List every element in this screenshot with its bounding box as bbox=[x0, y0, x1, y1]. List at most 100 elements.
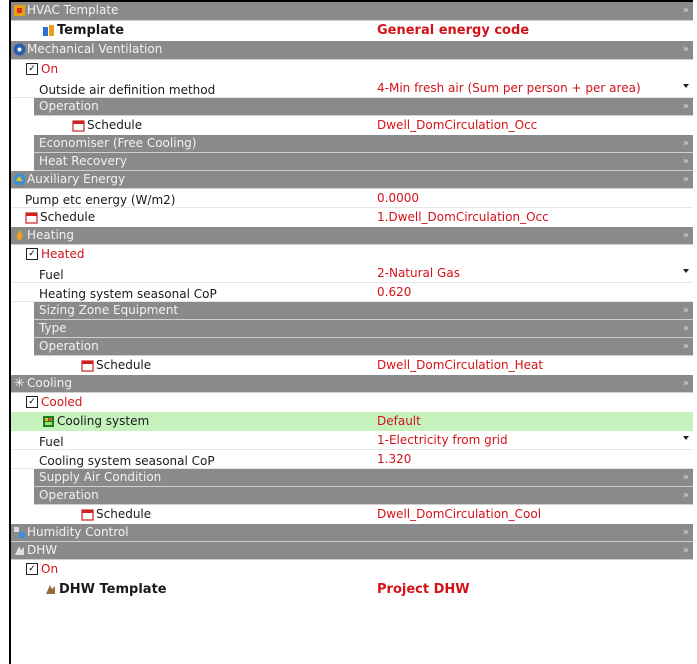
schedule-value[interactable]: Dwell_DomCirculation_Occ bbox=[377, 118, 537, 132]
collapse-icon[interactable]: » bbox=[683, 302, 689, 319]
collapse-icon[interactable]: » bbox=[683, 338, 689, 355]
subsection-operation[interactable]: Operation » bbox=[11, 98, 693, 116]
collapse-icon[interactable]: » bbox=[683, 2, 689, 19]
subsection-title: Economiser (Free Cooling) bbox=[39, 136, 197, 150]
section-title: DHW bbox=[27, 543, 58, 557]
collapse-icon[interactable]: » bbox=[683, 469, 689, 486]
fuel-label: Fuel bbox=[39, 268, 64, 282]
flame-icon bbox=[16, 230, 23, 241]
schedule-label: Schedule bbox=[40, 210, 96, 224]
pump-energy-value[interactable]: 0.0000 bbox=[377, 191, 419, 205]
dhw-on-checkbox[interactable]: ✓ bbox=[26, 563, 38, 575]
cooling-system-icon bbox=[43, 416, 54, 427]
cooled-row[interactable]: ✓ Cooled bbox=[11, 393, 693, 412]
heating-cop-row[interactable]: Heating system seasonal CoP 0.620 bbox=[11, 283, 693, 302]
schedule-icon bbox=[25, 212, 38, 224]
section-title: Cooling bbox=[27, 376, 72, 390]
heating-fuel-row[interactable]: Fuel 2-Natural Gas bbox=[11, 264, 693, 283]
subsection-type[interactable]: Type » bbox=[11, 320, 693, 338]
collapse-icon[interactable]: » bbox=[683, 320, 689, 337]
subsection-title: Heat Recovery bbox=[39, 154, 127, 168]
subsection-economiser[interactable]: Economiser (Free Cooling) » bbox=[11, 135, 693, 153]
heated-label: Heated bbox=[41, 247, 85, 261]
dhw-template-value[interactable]: Project DHW bbox=[377, 582, 470, 597]
section-auxiliary-energy[interactable]: Auxiliary Energy » bbox=[11, 171, 693, 189]
subsection-sizing[interactable]: Sizing Zone Equipment » bbox=[11, 302, 693, 320]
collapse-icon[interactable]: » bbox=[683, 171, 689, 188]
dropdown-arrow-icon[interactable] bbox=[683, 84, 689, 88]
mech-vent-on-row[interactable]: ✓ On bbox=[11, 60, 693, 79]
schedule-value[interactable]: 1.Dwell_DomCirculation_Occ bbox=[377, 210, 549, 224]
collapse-icon[interactable]: » bbox=[683, 98, 689, 115]
pump-energy-row[interactable]: Pump etc energy (W/m2) 0.0000 bbox=[11, 189, 693, 208]
aux-schedule-row[interactable]: Schedule 1.Dwell_DomCirculation_Occ bbox=[11, 208, 693, 227]
template-icon bbox=[43, 25, 54, 36]
cooling-system-label: Cooling system bbox=[57, 414, 150, 428]
subsection-operation[interactable]: Operation » bbox=[11, 338, 693, 356]
section-title: Mechanical Ventilation bbox=[27, 42, 163, 56]
hvac-properties-panel: HVAC Template » Template General energy … bbox=[9, 0, 693, 664]
subsection-title: Operation bbox=[39, 488, 99, 502]
schedule-icon bbox=[81, 360, 94, 372]
template-value[interactable]: General energy code bbox=[377, 23, 529, 38]
dhw-icon bbox=[46, 585, 55, 594]
cooled-checkbox[interactable]: ✓ bbox=[26, 396, 38, 408]
collapse-icon[interactable]: » bbox=[683, 41, 689, 58]
section-title: HVAC Template bbox=[27, 3, 119, 17]
cop-value[interactable]: 1.320 bbox=[377, 452, 411, 466]
dropdown-arrow-icon[interactable] bbox=[683, 436, 689, 440]
outside-air-row[interactable]: Outside air definition method 4-Min fres… bbox=[11, 79, 693, 98]
dhw-icon bbox=[15, 546, 24, 555]
section-dhw[interactable]: DHW » bbox=[11, 542, 693, 560]
fan-icon bbox=[13, 43, 26, 56]
auxiliary-icon bbox=[13, 173, 26, 186]
heated-checkbox[interactable]: ✓ bbox=[26, 248, 38, 260]
collapse-icon[interactable]: » bbox=[683, 153, 689, 170]
subsection-heat-recovery[interactable]: Heat Recovery » bbox=[11, 153, 693, 171]
dropdown-arrow-icon[interactable] bbox=[683, 269, 689, 273]
template-row[interactable]: Template General energy code bbox=[11, 21, 693, 41]
humidity-icon bbox=[14, 527, 25, 538]
collapse-icon[interactable]: » bbox=[683, 524, 689, 541]
schedule-value[interactable]: Dwell_DomCirculation_Heat bbox=[377, 358, 543, 372]
subsection-title: Operation bbox=[39, 99, 99, 113]
subsection-title: Operation bbox=[39, 339, 99, 353]
section-title: Auxiliary Energy bbox=[27, 172, 126, 186]
collapse-icon[interactable]: » bbox=[683, 227, 689, 244]
fuel-value[interactable]: 1-Electricity from grid bbox=[377, 433, 508, 447]
collapse-icon[interactable]: » bbox=[683, 375, 689, 392]
schedule-icon bbox=[81, 509, 94, 521]
section-cooling[interactable]: ✳ Cooling » bbox=[11, 375, 693, 393]
cooling-system-value[interactable]: Default bbox=[377, 414, 421, 428]
cooling-schedule-row[interactable]: Schedule Dwell_DomCirculation_Cool bbox=[11, 505, 693, 524]
cooling-system-row[interactable]: Cooling system Default bbox=[11, 412, 693, 431]
section-hvac-template[interactable]: HVAC Template » bbox=[11, 2, 693, 21]
schedule-label: Schedule bbox=[96, 507, 152, 521]
section-mechanical-ventilation[interactable]: Mechanical Ventilation » bbox=[11, 41, 693, 60]
subsection-title: Sizing Zone Equipment bbox=[39, 303, 179, 317]
dhw-on-row[interactable]: ✓ On bbox=[11, 560, 693, 579]
subsection-operation[interactable]: Operation » bbox=[11, 487, 693, 505]
heated-row[interactable]: ✓ Heated bbox=[11, 245, 693, 264]
dhw-template-row[interactable]: DHW Template Project DHW bbox=[11, 579, 693, 600]
cop-label: Heating system seasonal CoP bbox=[39, 287, 217, 301]
dhw-on-label: On bbox=[41, 562, 59, 576]
collapse-icon[interactable]: » bbox=[683, 487, 689, 504]
heating-schedule-row[interactable]: Schedule Dwell_DomCirculation_Heat bbox=[11, 356, 693, 375]
cooling-fuel-row[interactable]: Fuel 1-Electricity from grid bbox=[11, 431, 693, 450]
subsection-supply-air[interactable]: Supply Air Condition » bbox=[11, 469, 693, 487]
cooling-cop-row[interactable]: Cooling system seasonal CoP 1.320 bbox=[11, 450, 693, 469]
mech-schedule-row[interactable]: Schedule Dwell_DomCirculation_Occ bbox=[11, 116, 693, 135]
collapse-icon[interactable]: » bbox=[683, 542, 689, 559]
cooled-label: Cooled bbox=[41, 395, 83, 409]
schedule-value[interactable]: Dwell_DomCirculation_Cool bbox=[377, 507, 541, 521]
fuel-value[interactable]: 2-Natural Gas bbox=[377, 266, 460, 280]
collapse-icon[interactable]: » bbox=[683, 135, 689, 152]
section-humidity-control[interactable]: Humidity Control » bbox=[11, 524, 693, 542]
section-heating[interactable]: Heating » bbox=[11, 227, 693, 245]
mech-vent-on-checkbox[interactable]: ✓ bbox=[26, 63, 38, 75]
mech-vent-on-label: On bbox=[41, 62, 59, 76]
hvac-template-icon bbox=[14, 5, 25, 16]
cop-value[interactable]: 0.620 bbox=[377, 285, 411, 299]
outside-air-value[interactable]: 4-Min fresh air (Sum per person + per ar… bbox=[377, 81, 641, 95]
